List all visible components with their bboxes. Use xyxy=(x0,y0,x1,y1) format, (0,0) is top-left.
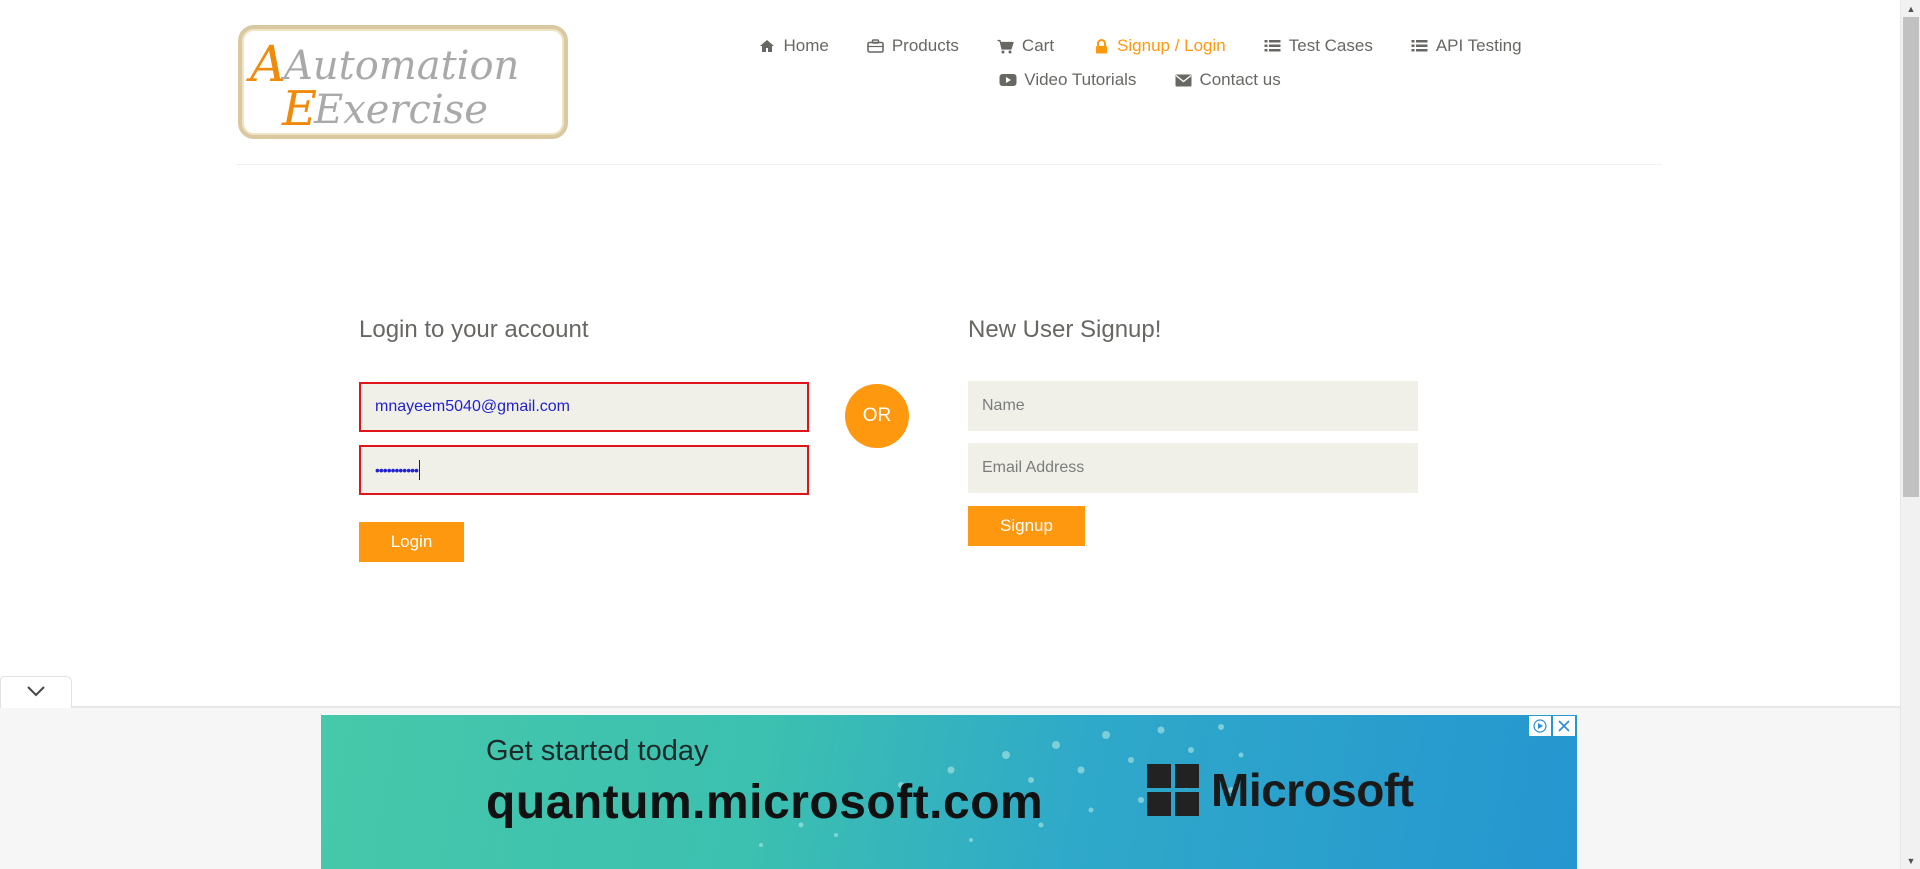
youtube-play-icon xyxy=(999,72,1017,88)
signup-name-placeholder: Name xyxy=(982,397,1025,414)
lock-icon xyxy=(1092,38,1110,54)
signup-email-placeholder: Email Address xyxy=(982,459,1085,476)
header-divider xyxy=(236,164,1662,165)
nav-cart[interactable]: Cart xyxy=(978,36,1073,56)
list-icon xyxy=(1411,38,1429,54)
nav-test-cases-label: Test Cases xyxy=(1288,36,1373,55)
ad-banner[interactable]: Get started today quantum.microsoft.com … xyxy=(321,715,1577,869)
signup-name-field[interactable]: Name xyxy=(968,381,1418,431)
signup-title: New User Signup! xyxy=(968,316,1162,343)
signup-button[interactable]: Signup xyxy=(968,506,1085,546)
or-badge: OR xyxy=(845,384,909,448)
nav-home[interactable]: Home xyxy=(739,36,847,56)
nav-products[interactable]: Products xyxy=(848,36,978,56)
nav-signup-login[interactable]: Signup / Login xyxy=(1073,36,1245,56)
nav-home-label: Home xyxy=(783,36,829,55)
list-icon xyxy=(1264,38,1282,54)
login-password-value: ••••••••••• xyxy=(375,462,419,478)
scrollbar-thumb[interactable] xyxy=(1903,17,1919,497)
main-nav: Home Products Cart Signup / Login Test C… xyxy=(700,36,1580,90)
ad-url: quantum.microsoft.com xyxy=(486,776,1044,829)
svg-text:A: A xyxy=(246,35,286,93)
login-email-value: mnayeem5040@gmail.com xyxy=(375,398,570,415)
close-ad-icon[interactable] xyxy=(1553,716,1575,736)
login-email-field[interactable]: mnayeem5040@gmail.com xyxy=(359,382,809,432)
text-cursor xyxy=(418,460,420,480)
logo-graphic: A Automation E Exercise xyxy=(246,35,519,137)
nav-contact-us[interactable]: Contact us xyxy=(1155,70,1299,90)
vertical-scrollbar[interactable]: ▲ ▼ xyxy=(1900,0,1920,869)
cart-icon xyxy=(997,38,1015,54)
nav-video-tutorials[interactable]: Video Tutorials xyxy=(980,70,1155,90)
login-button[interactable]: Login xyxy=(359,522,464,562)
nav-api-testing-label: API Testing xyxy=(1435,36,1522,55)
login-password-field[interactable]: ••••••••••• xyxy=(359,445,809,495)
briefcase-icon xyxy=(867,38,885,54)
nav-signup-login-label: Signup / Login xyxy=(1117,36,1226,55)
nav-video-tutorials-label: Video Tutorials xyxy=(1024,70,1137,89)
nav-row-2: Video Tutorials Contact us xyxy=(700,70,1580,90)
scroll-up-arrow-icon[interactable]: ▲ xyxy=(1901,0,1920,17)
home-icon xyxy=(758,38,776,54)
signup-email-field[interactable]: Email Address xyxy=(968,443,1418,493)
ad-headline: Get started today xyxy=(486,735,709,767)
nav-api-testing[interactable]: API Testing xyxy=(1392,36,1541,56)
nav-row-1: Home Products Cart Signup / Login Test C… xyxy=(700,36,1580,56)
nav-products-label: Products xyxy=(891,36,959,55)
page: A Automation E Exercise Home Products Ca… xyxy=(0,0,1900,869)
windows-logo-icon xyxy=(1147,764,1199,816)
site-logo[interactable]: A Automation E Exercise xyxy=(238,25,568,139)
scroll-down-arrow-icon[interactable]: ▼ xyxy=(1901,852,1920,869)
envelope-icon xyxy=(1174,72,1192,88)
svg-text:E: E xyxy=(281,81,317,135)
ad-divider xyxy=(0,706,1900,707)
logo-line2: Exercise xyxy=(313,87,488,133)
login-title: Login to your account xyxy=(359,316,589,343)
ad-collapse-toggle[interactable] xyxy=(0,676,72,708)
chevron-down-icon xyxy=(26,684,46,702)
microsoft-logo: Microsoft xyxy=(1147,763,1414,817)
ad-brand: Microsoft xyxy=(1211,764,1414,816)
adchoices-icon[interactable] xyxy=(1529,716,1551,736)
nav-test-cases[interactable]: Test Cases xyxy=(1245,36,1392,56)
nav-cart-label: Cart xyxy=(1021,36,1055,55)
nav-contact-us-label: Contact us xyxy=(1199,70,1281,89)
